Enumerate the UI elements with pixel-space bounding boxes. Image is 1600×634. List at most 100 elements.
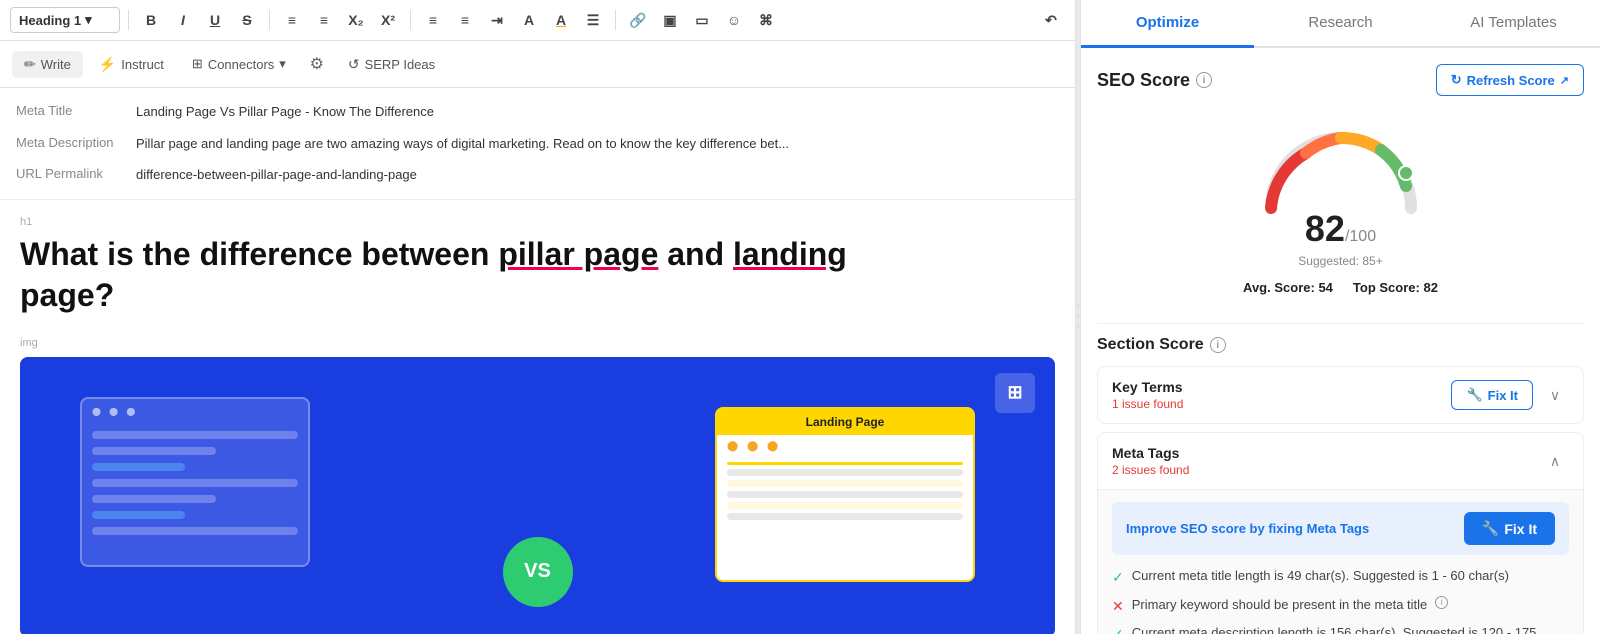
heading-select[interactable]: Heading 1 ▾	[10, 7, 120, 33]
avg-score-label: Avg. Score:	[1243, 280, 1315, 295]
lp-line-1	[727, 462, 963, 465]
main-toolbar: Heading 1 ▾ B I U S ≡ ≡ X₂ X² ≡ ≡ ⇥ A A …	[0, 0, 1075, 41]
content-area: h1 What is the difference between pillar…	[0, 200, 1075, 634]
check-ok-icon-2: ✓	[1112, 625, 1124, 634]
image-button[interactable]: ▣	[656, 6, 684, 34]
settings-button[interactable]: ⚙	[302, 49, 332, 79]
highlight-button[interactable]: A	[547, 6, 575, 34]
text-align-button[interactable]: ☰	[579, 6, 607, 34]
img-label: img	[20, 337, 1055, 349]
link-button[interactable]: 🔗	[624, 6, 652, 34]
connectors-button[interactable]: ⊞ Connectors ▾	[180, 51, 298, 77]
meta-tags-item: Meta Tags 2 issues found ∧ Improve SEO s…	[1097, 432, 1584, 634]
meta-tags-fix-label: Fix It	[1504, 521, 1537, 537]
meta-url-value[interactable]: difference-between-pillar-page-and-landi…	[136, 165, 1059, 185]
strikethrough-button[interactable]: S	[233, 6, 261, 34]
write-button[interactable]: ✏ Write	[12, 51, 83, 78]
meta-description-value[interactable]: Pillar page and landing page are two ama…	[136, 134, 1059, 154]
key-terms-fix-it-button[interactable]: 🔧 Fix It	[1451, 380, 1533, 410]
tab-ai-templates[interactable]: AI Templates	[1427, 0, 1600, 48]
superscript-button[interactable]: X²	[374, 6, 402, 34]
meta-title-value[interactable]: Landing Page Vs Pillar Page - Know The D…	[136, 102, 1059, 122]
section-score-title: Section Score i	[1097, 336, 1584, 354]
toolbar-divider-3	[410, 10, 411, 30]
article-image: Landing Page ⬤ ⬤ ⬤ VS ⊞	[20, 357, 1055, 634]
meta-description-label: Meta Description	[16, 134, 136, 150]
instruct-button[interactable]: ⚡ Instruct	[87, 51, 176, 78]
browser-mock-left	[80, 397, 310, 567]
bold-button[interactable]: B	[137, 6, 165, 34]
lp-line-5	[727, 502, 963, 509]
history-button[interactable]: ↶	[1037, 6, 1065, 34]
align-right-button[interactable]: ≡	[451, 6, 479, 34]
check-item-3: ✓ Current meta description length is 156…	[1112, 624, 1569, 634]
media-button[interactable]: ▭	[688, 6, 716, 34]
lp-dots: ⬤ ⬤ ⬤	[717, 435, 973, 458]
avg-score: Avg. Score: 54	[1243, 280, 1333, 295]
check-item-1: ✓ Current meta title length is 49 char(s…	[1112, 567, 1569, 588]
lp-line-3	[727, 480, 963, 487]
section-score-info-icon[interactable]: i	[1210, 337, 1226, 353]
browser-lines	[92, 431, 298, 535]
code-button[interactable]: ⌘	[752, 6, 780, 34]
italic-button[interactable]: I	[169, 6, 197, 34]
meta-tags-fix-it-button[interactable]: 🔧 Fix It	[1464, 512, 1555, 545]
connectors-chevron-icon: ▾	[279, 56, 286, 72]
font-color-button[interactable]: A	[515, 6, 543, 34]
ordered-list-button[interactable]: ≡	[278, 6, 306, 34]
meta-tags-chevron-button[interactable]: ∧	[1541, 447, 1569, 475]
serp-ideas-button[interactable]: ↺ SERP Ideas	[336, 51, 447, 78]
article-heading[interactable]: What is the difference between pillar pa…	[20, 234, 1055, 317]
meta-title-row: Meta Title Landing Page Vs Pillar Page -…	[16, 96, 1059, 128]
indent-button[interactable]: ⇥	[483, 6, 511, 34]
refresh-icon: ↻	[1451, 72, 1462, 88]
browser-line-2	[92, 479, 298, 487]
panel-tabs: Optimize Research AI Templates	[1081, 0, 1600, 48]
subscript-button[interactable]: X₂	[342, 6, 370, 34]
score-display: 82/100 Suggested: 85+	[1298, 208, 1382, 268]
improve-text: Improve SEO score by fixing Meta Tags	[1126, 521, 1369, 536]
lp-line-4	[727, 491, 963, 498]
refresh-score-button[interactable]: ↻ Refresh Score ↗	[1436, 64, 1584, 96]
instruct-icon: ⚡	[99, 56, 116, 73]
browser-line-highlight	[92, 463, 185, 471]
browser-line-highlight-2	[92, 511, 185, 519]
vs-image: Landing Page ⬤ ⬤ ⬤ VS ⊞	[20, 357, 1055, 634]
seo-score-info-icon[interactable]: i	[1196, 72, 1212, 88]
key-terms-chevron-button[interactable]: ∨	[1541, 381, 1569, 409]
h1-label: h1	[20, 216, 1055, 228]
check-text-1: Current meta title length is 49 char(s).…	[1132, 567, 1509, 585]
underline-button[interactable]: U	[201, 6, 229, 34]
tab-research[interactable]: Research	[1254, 0, 1427, 48]
landing-keyword: landing	[733, 236, 847, 272]
heading-select-label: Heading 1	[19, 13, 81, 28]
key-terms-actions: 🔧 Fix It ∨	[1451, 380, 1569, 410]
landing-page-box: Landing Page ⬤ ⬤ ⬤	[715, 407, 975, 582]
refresh-score-label: Refresh Score	[1467, 73, 1555, 88]
check-info-icon[interactable]: i	[1435, 596, 1448, 609]
chevron-up-icon: ∧	[1550, 453, 1560, 470]
browser-line	[92, 431, 298, 439]
browser-line-short-2	[92, 495, 216, 503]
key-terms-fix-label: Fix It	[1488, 388, 1518, 403]
score-max: /100	[1345, 228, 1376, 245]
panel-content: SEO Score i ↻ Refresh Score ↗	[1081, 48, 1600, 634]
wrench-icon-2: 🔧	[1482, 520, 1499, 537]
check-item-2: ✕ Primary keyword should be present in t…	[1112, 596, 1569, 617]
unordered-list-button[interactable]: ≡	[310, 6, 338, 34]
meta-url-label: URL Permalink	[16, 165, 136, 181]
key-terms-issues: 1 issue found	[1112, 397, 1451, 411]
browser-line-short	[92, 447, 216, 455]
secondary-toolbar: ✏ Write ⚡ Instruct ⊞ Connectors ▾ ⚙ ↺ SE…	[0, 41, 1075, 88]
instruct-label: Instruct	[121, 57, 164, 72]
improve-banner: Improve SEO score by fixing Meta Tags 🔧 …	[1112, 502, 1569, 555]
write-label: Write	[41, 57, 71, 72]
emoji-button[interactable]: ☺	[720, 6, 748, 34]
tab-optimize[interactable]: Optimize	[1081, 0, 1254, 48]
toolbar-divider-4	[615, 10, 616, 30]
toolbar-divider-1	[128, 10, 129, 30]
key-terms-item: Key Terms 1 issue found 🔧 Fix It ∨	[1097, 366, 1584, 424]
gear-icon: ⚙	[310, 54, 324, 74]
vs-circle: VS	[503, 537, 573, 607]
align-left-button[interactable]: ≡	[419, 6, 447, 34]
